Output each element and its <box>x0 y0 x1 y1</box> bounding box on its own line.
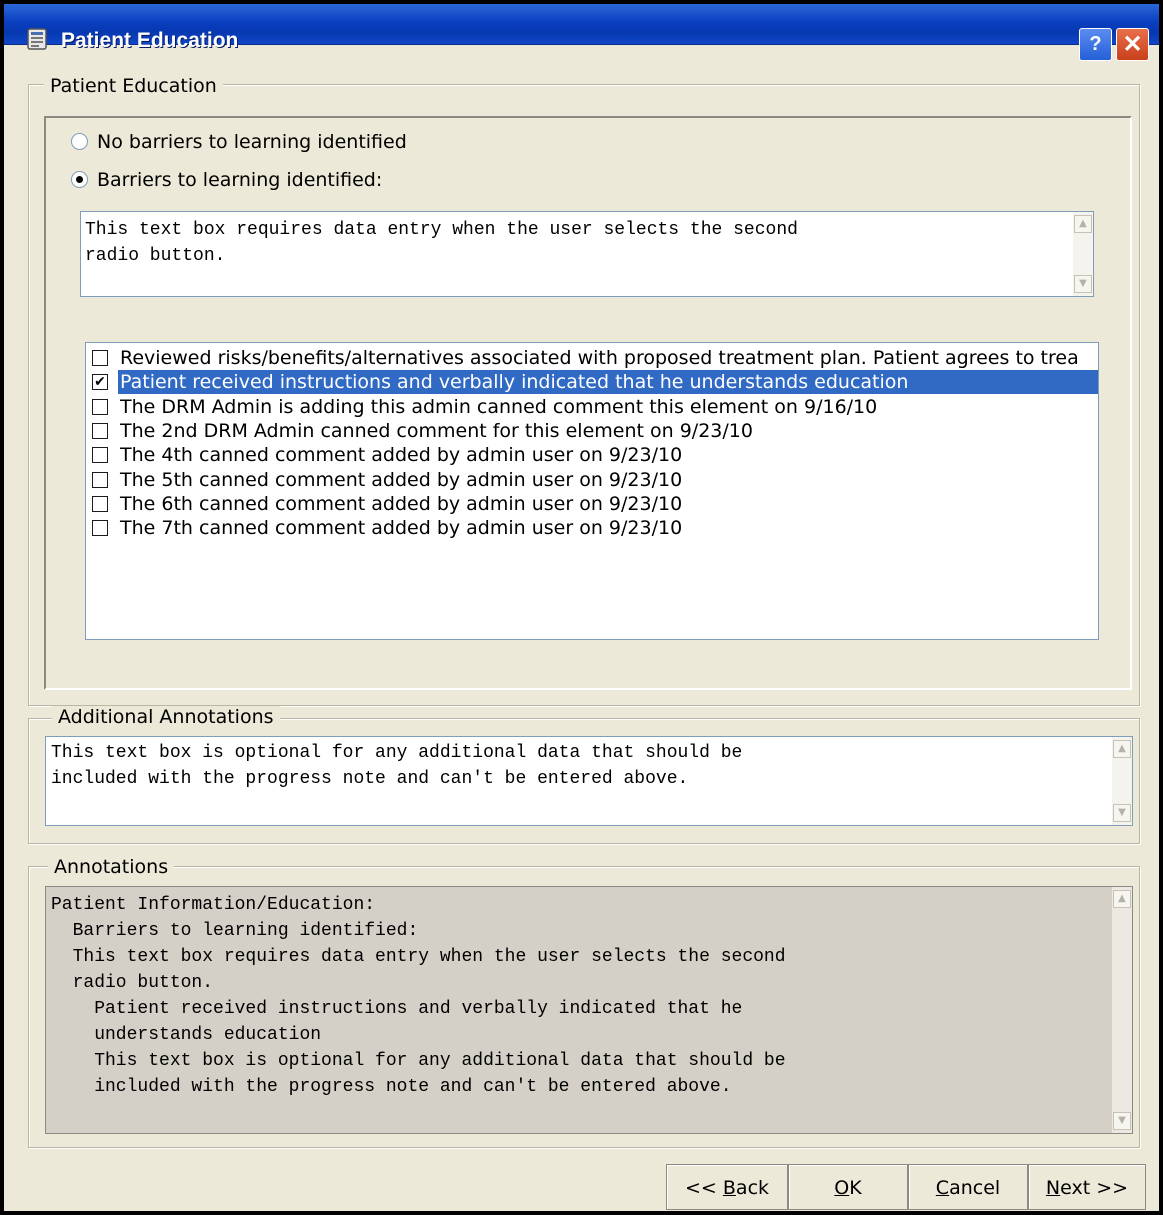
barriers-text-line-2: radio button. <box>85 246 226 266</box>
checkbox-checked-icon[interactable]: ✔ <box>92 374 108 391</box>
checkbox-icon[interactable] <box>92 398 108 415</box>
checklist-item[interactable]: Reviewed risks/benefits/alternatives ass… <box>90 346 1098 370</box>
no-barriers-radio[interactable]: No barriers to learning identified <box>71 131 407 153</box>
help-button[interactable]: ? <box>1079 28 1112 61</box>
checklist-item[interactable]: ✔ Patient received instructions and verba… <box>90 370 1098 395</box>
checklist-item-label: The 5th canned comment added by admin us… <box>120 468 683 491</box>
checkbox-icon[interactable] <box>92 520 108 537</box>
barriers-scrollbar[interactable]: ▲ ▼ <box>1073 212 1093 296</box>
checklist-item-label: The 4th canned comment added by admin us… <box>120 444 683 467</box>
back-button[interactable]: << Back <box>666 1164 788 1210</box>
scroll-up-icon[interactable]: ▲ <box>1113 740 1131 758</box>
checkbox-icon[interactable] <box>92 447 108 464</box>
back-hotkey: B <box>722 1177 736 1199</box>
scroll-up-icon[interactable]: ▲ <box>1113 890 1131 908</box>
back-prefix: << <box>684 1177 723 1199</box>
cancel-hotkey: C <box>935 1177 950 1199</box>
checklist-item-label: Patient received instructions and verbal… <box>118 370 1098 395</box>
ok-button[interactable]: OK <box>788 1164 908 1210</box>
next-button[interactable]: Next >> <box>1028 1164 1146 1210</box>
patient-education-group-label: Patient Education <box>44 75 223 97</box>
back-rest: ack <box>735 1177 770 1199</box>
annotations-label: Annotations <box>48 856 175 878</box>
checkbox-icon[interactable] <box>92 471 108 488</box>
checklist-item[interactable]: The 4th canned comment added by admin us… <box>90 443 1098 467</box>
annotations-scrollbar[interactable]: ▲ ▼ <box>1112 887 1132 1133</box>
barriers-label: Barriers to learning identified: <box>97 169 383 191</box>
annotation-line: This text box is optional for any additi… <box>51 1051 786 1071</box>
checkbox-icon[interactable] <box>92 495 108 512</box>
next-rest: ext >> <box>1060 1177 1129 1199</box>
barriers-textbox[interactable]: This text box requires data entry when t… <box>80 211 1094 297</box>
ok-rest: K <box>849 1177 862 1199</box>
annotation-line: understands education <box>51 1025 322 1045</box>
additional-text-line-2: included with the progress note and can'… <box>51 769 689 789</box>
checklist-item[interactable]: The DRM Admin is adding this admin canne… <box>90 395 1098 419</box>
annotation-line: radio button. <box>51 973 214 993</box>
checkbox-icon[interactable] <box>92 422 108 439</box>
close-button[interactable]: ✕ <box>1116 28 1149 61</box>
barriers-radio[interactable]: Barriers to learning identified: <box>71 169 382 191</box>
window-title: Patient Education <box>61 29 239 52</box>
annotations-readonly-box[interactable]: Patient Information/Education: Barriers … <box>45 886 1133 1134</box>
scroll-down-icon[interactable]: ▼ <box>1113 804 1131 822</box>
radio-circle-no-barriers[interactable] <box>71 133 88 150</box>
cancel-button[interactable]: Cancel <box>908 1164 1028 1210</box>
annotation-line: included with the progress note and can'… <box>51 1077 732 1097</box>
scroll-down-icon[interactable]: ▼ <box>1113 1112 1131 1130</box>
canned-comments-checklist[interactable]: Reviewed risks/benefits/alternatives ass… <box>85 342 1099 640</box>
checklist-item-label: Reviewed risks/benefits/alternatives ass… <box>120 347 1079 369</box>
patient-education-dialog: Patient Education ? ✕ Patient Education … <box>0 0 1163 1215</box>
ok-hotkey: O <box>834 1177 850 1199</box>
checklist-item[interactable]: The 2nd DRM Admin canned comment for thi… <box>90 419 1098 443</box>
additional-annotations-textbox[interactable]: This text box is optional for any additi… <box>45 736 1133 826</box>
checklist-item[interactable]: The 6th canned comment added by admin us… <box>90 492 1098 516</box>
barriers-text-line-1: This text box requires data entry when t… <box>85 220 798 240</box>
checklist-item-label: The 2nd DRM Admin canned comment for thi… <box>120 419 753 442</box>
cancel-rest: ancel <box>949 1177 1001 1199</box>
radio-circle-barriers[interactable] <box>71 171 88 188</box>
additional-annotations-label: Additional Annotations <box>52 706 280 728</box>
annotation-line: Patient Information/Education: <box>51 895 376 915</box>
checklist-item[interactable]: The 5th canned comment added by admin us… <box>90 468 1098 492</box>
annotation-line: Patient received instructions and verbal… <box>51 999 743 1019</box>
checklist-item-label: The DRM Admin is adding this admin canne… <box>120 395 878 418</box>
checklist-item-label: The 7th canned comment added by admin us… <box>120 517 683 540</box>
scroll-down-icon[interactable]: ▼ <box>1074 275 1092 293</box>
next-hotkey: N <box>1045 1177 1061 1199</box>
no-barriers-label: No barriers to learning identified <box>97 131 407 153</box>
additional-text-line-1: This text box is optional for any additi… <box>51 743 743 763</box>
app-icon <box>27 28 47 50</box>
additional-scrollbar[interactable]: ▲ ▼ <box>1112 737 1132 825</box>
annotations-text: Patient Information/Education: Barriers … <box>51 892 786 1100</box>
checklist-item[interactable]: The 7th canned comment added by admin us… <box>90 516 1098 540</box>
annotation-line: This text box requires data entry when t… <box>51 947 786 967</box>
checklist-item-label: The 6th canned comment added by admin us… <box>120 492 683 515</box>
scroll-up-icon[interactable]: ▲ <box>1074 215 1092 233</box>
annotation-line: Barriers to learning identified: <box>51 921 419 941</box>
checkbox-icon[interactable] <box>92 350 108 366</box>
